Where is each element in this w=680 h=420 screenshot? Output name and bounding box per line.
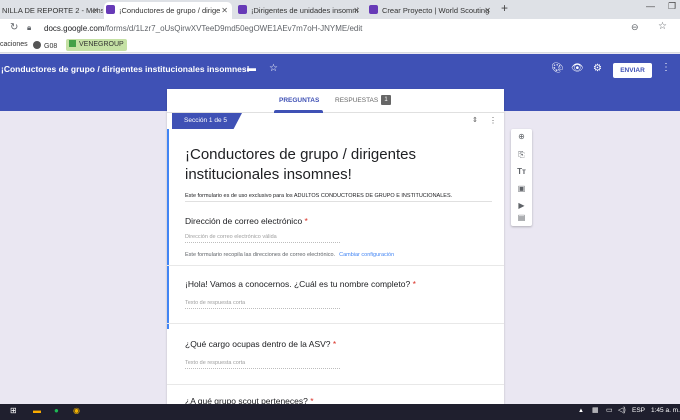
browser-tab-bar: NILLA DE REPORTE 2 - Mens ✕ ¡Conductores… <box>0 0 680 19</box>
taskbar: ⊞ ▬ ● ◉ ▲ ▦ ▭ ◁) ESP 1:45 a. m. <box>0 404 680 420</box>
bookmarks-bar: caciones G08 VENEGROUP <box>0 38 680 53</box>
add-question-icon[interactable]: ⊕ <box>511 132 532 141</box>
new-tab-icon[interactable]: + <box>501 1 508 15</box>
form-title[interactable]: ¡Conductores de grupo / dirigentes insti… <box>185 145 485 185</box>
forms-icon <box>106 5 115 14</box>
chrome-icon[interactable]: ◉ <box>73 406 80 415</box>
floating-toolbar: ⊕ ⎘ Tт ▣ ▶ ▤ <box>511 129 532 226</box>
email-question[interactable]: Dirección de correo electrónico * <box>185 216 308 226</box>
bookmark-star-icon[interactable]: ☆ <box>658 21 667 32</box>
divider <box>167 384 504 385</box>
form-card: PREGUNTAS RESPUESTAS 1 Sección 1 de 5 ⇕ … <box>167 89 504 404</box>
tab-questions[interactable]: PREGUNTAS <box>279 97 319 104</box>
lock-icon[interactable]: 🔒︎ <box>27 23 31 33</box>
tab-label: NILLA DE REPORTE 2 - Mens <box>2 6 103 15</box>
question-grupo[interactable]: ¿A qué grupo scout perteneces? * <box>185 396 314 404</box>
add-title-icon[interactable]: Tт <box>511 167 532 176</box>
browser-tab-world-scouting[interactable]: Crear Proyecto | World Scouting ✕ <box>367 2 495 19</box>
bookmark-aplicaciones[interactable]: caciones <box>0 41 28 48</box>
tab-label: ¡Conductores de grupo / dirige <box>119 6 221 15</box>
tray-icon[interactable]: ▦ <box>592 406 599 414</box>
url-field[interactable]: docs.google.com/forms/d/1Lzr7_oUsQirwXVT… <box>44 24 362 33</box>
add-video-icon[interactable]: ▶ <box>511 201 532 210</box>
preview-eye-icon[interactable]: 👁︎ <box>571 63 584 74</box>
task-view-icon[interactable]: ⊞ <box>10 406 17 415</box>
bookmark-g08[interactable]: G08 <box>33 41 57 50</box>
address-bar: ↻ 🔒︎ docs.google.com/forms/d/1Lzr7_oUsQi… <box>0 19 680 38</box>
language-indicator[interactable]: ESP <box>632 407 645 414</box>
add-section-icon[interactable]: ▤ <box>511 213 532 222</box>
question-name[interactable]: ¡Hola! Vamos a conocernos. ¿Cuál es tu n… <box>185 279 416 289</box>
bookmark-venegroup[interactable]: VENEGROUP <box>66 39 127 51</box>
import-questions-icon[interactable]: ⎘ <box>511 150 532 160</box>
folder-icon[interactable]: ▬ <box>247 63 256 73</box>
more-vert-icon[interactable]: ⋮ <box>489 116 497 125</box>
responses-count-badge: 1 <box>381 95 391 105</box>
file-explorer-icon[interactable]: ▬ <box>33 406 41 415</box>
divider <box>167 323 504 324</box>
tab-underline <box>274 110 323 113</box>
more-vert-icon[interactable]: ⋮ <box>661 62 671 73</box>
volume-icon[interactable]: ◁) <box>618 406 626 414</box>
change-settings-link[interactable]: Cambiar configuración <box>339 252 394 258</box>
network-icon[interactable]: ▭ <box>606 406 613 414</box>
browser-tab-report[interactable]: NILLA DE REPORTE 2 - Mens ✕ <box>0 2 103 19</box>
spotify-icon[interactable]: ● <box>54 406 59 415</box>
short-answer-field: Texto de respuesta corta <box>185 360 340 369</box>
collapse-icon[interactable]: ⇕ <box>472 116 478 124</box>
browser-tab-dirigentes[interactable]: ¡Dirigentes de unidades insomni ✕ <box>236 2 364 19</box>
maximize-icon[interactable]: ❐ <box>668 1 676 12</box>
tab-label: Crear Proyecto | World Scouting <box>382 6 490 15</box>
tab-responses[interactable]: RESPUESTAS <box>335 97 378 104</box>
add-image-icon[interactable]: ▣ <box>511 184 532 193</box>
short-answer-field: Texto de respuesta corta <box>185 300 340 309</box>
section-label: Sección 1 de 5 <box>172 113 242 129</box>
reload-icon[interactable]: ↻ <box>10 22 18 33</box>
settings-gear-icon[interactable]: ⚙ <box>593 63 602 74</box>
email-note: Este formulario recopila las direcciones… <box>185 252 395 258</box>
folder-icon <box>69 40 76 47</box>
clock[interactable]: 1:45 a. m. <box>651 407 680 414</box>
close-icon[interactable]: ✕ <box>221 2 228 19</box>
chevron-up-icon[interactable]: ▲ <box>578 408 584 414</box>
tab-label: ¡Dirigentes de unidades insomni <box>251 6 359 15</box>
star-icon[interactable]: ☆ <box>269 63 278 74</box>
g08-icon <box>33 41 41 49</box>
world-scouting-icon <box>369 5 378 14</box>
question-cargo[interactable]: ¿Qué cargo ocupas dentro de la ASV? * <box>185 339 336 349</box>
email-field: Dirección de correo electrónico válida <box>185 234 340 243</box>
palette-icon[interactable]: 🎨︎ <box>551 63 564 74</box>
form-tabs: PREGUNTAS RESPUESTAS 1 <box>167 89 504 113</box>
zoom-icon[interactable]: ⊖ <box>631 22 639 33</box>
form-header-title: ¡Conductores de grupo / dirigentes insti… <box>1 64 250 74</box>
send-button[interactable]: ENVIAR <box>613 63 652 78</box>
close-icon[interactable]: ✕ <box>92 2 99 19</box>
browser-tab-conductores[interactable]: ¡Conductores de grupo / dirige ✕ <box>104 2 232 19</box>
divider <box>167 265 504 266</box>
close-icon[interactable]: ✕ <box>484 2 491 19</box>
divider <box>185 201 492 202</box>
minimize-icon[interactable]: — <box>646 1 655 11</box>
active-indicator <box>167 129 169 329</box>
close-icon[interactable]: ✕ <box>353 2 360 19</box>
forms-icon <box>238 5 247 14</box>
form-description[interactable]: Este formulario es de uso exclusivo para… <box>185 193 452 199</box>
